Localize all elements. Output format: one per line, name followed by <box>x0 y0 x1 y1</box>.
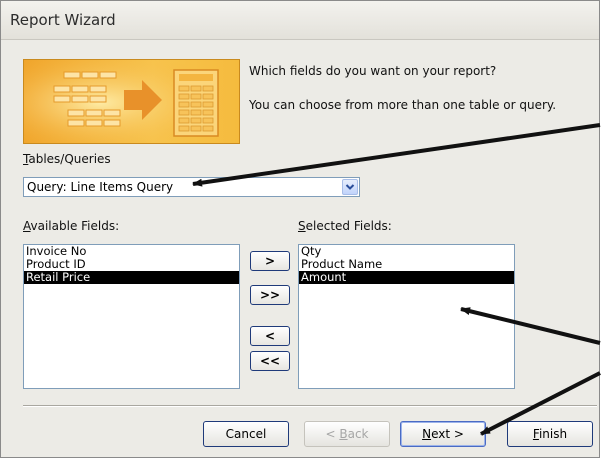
tables-queries-selected: Query: Line Items Query <box>27 180 174 194</box>
window-title: Report Wizard <box>10 11 116 29</box>
finish-button[interactable]: Finish <box>507 421 593 447</box>
remove-field-button[interactable]: < <box>250 326 290 346</box>
tables-queries-dropdown[interactable]: Query: Line Items Query <box>23 177 360 197</box>
dropdown-arrow-button[interactable] <box>342 179 358 195</box>
cancel-button[interactable]: Cancel <box>203 421 289 447</box>
back-button[interactable]: < Back <box>304 421 390 447</box>
wizard-banner-illustration <box>23 59 240 144</box>
next-button[interactable]: Next > <box>400 421 486 447</box>
selected-fields-label: Selected Fields: <box>298 219 392 233</box>
remove-all-fields-button[interactable]: << <box>250 351 290 371</box>
footer-separator <box>23 405 597 407</box>
selected-fields-list[interactable]: Qty Product Name Amount <box>298 244 515 389</box>
available-fields-label: Available Fields: <box>23 219 120 233</box>
available-fields-list[interactable]: Invoice No Product ID Retail Price <box>23 244 240 389</box>
chevron-down-icon <box>345 184 355 190</box>
wizard-hint: You can choose from more than one table … <box>249 98 557 112</box>
add-all-fields-button[interactable]: >> <box>250 285 290 305</box>
wizard-question: Which fields do you want on your report? <box>249 64 497 78</box>
table-to-report-icon <box>24 60 239 143</box>
add-field-button[interactable]: > <box>250 251 290 271</box>
selected-field-item-selected[interactable]: Amount <box>299 271 514 284</box>
title-bar[interactable]: Report Wizard <box>1 1 599 40</box>
tables-queries-label: Tables/Queries <box>23 152 111 166</box>
available-field-item-selected[interactable]: Retail Price <box>24 271 239 284</box>
report-wizard-dialog: Report Wizard Which fields do you want o… <box>0 0 600 458</box>
